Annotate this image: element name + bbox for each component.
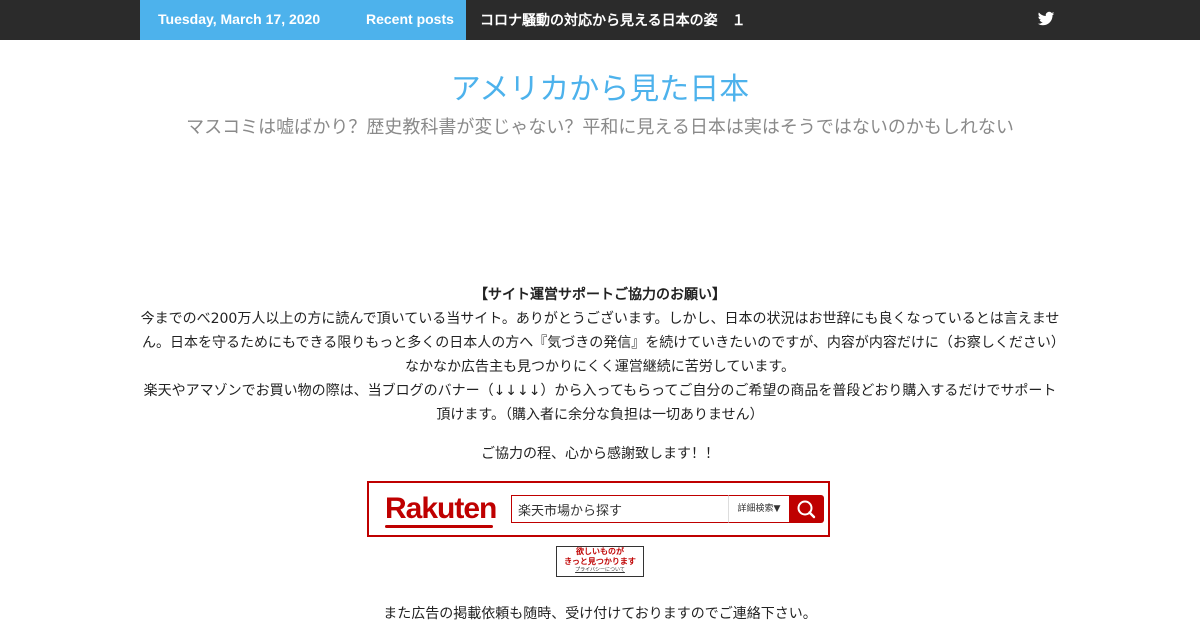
twitter-icon[interactable] <box>1037 10 1055 28</box>
thanks-text: ご協力の程、心から感謝致します！！ <box>481 446 719 462</box>
banner-line-1: 欲しいものが <box>576 547 624 556</box>
ad-request-note: また広告の掲載依頼も随時、受け付けておりますのでご連絡下さい。 <box>383 606 817 622</box>
rakuten-search-input[interactable] <box>511 495 729 523</box>
rakuten-search-widget: Rakuten 詳細検索▼ <box>367 481 830 537</box>
magnifier-icon <box>797 500 816 519</box>
banner-line-2: きっと見つかります <box>564 557 636 566</box>
top-bar: Tuesday, March 17, 2020 Recent posts コロナ… <box>0 0 1200 40</box>
detail-search-button[interactable]: 詳細検索▼ <box>728 495 789 523</box>
rakuten-small-banner[interactable]: 欲しいものが きっと見つかります プライバシーについて <box>556 546 644 577</box>
notice-paragraph-1: 今までのべ200万人以上の方に読んで頂いている当サイト。ありがとうございます。し… <box>140 311 1060 375</box>
rakuten-logo[interactable]: Rakuten <box>385 492 497 528</box>
site-title[interactable]: アメリカから見た日本 <box>0 64 1200 108</box>
rakuten-search-button[interactable] <box>789 495 824 523</box>
support-notice: 【サイト運営サポートご協力のお願い】 今までのべ200万人以上の方に読んで頂いて… <box>140 283 1060 427</box>
rakuten-logo-text: Rakuten <box>385 492 497 525</box>
recent-posts-label: Recent posts <box>366 11 454 27</box>
rakuten-logo-underline <box>385 525 493 528</box>
banner-privacy-link[interactable]: プライバシーについて <box>557 567 643 574</box>
top-bar-inner: Tuesday, March 17, 2020 Recent posts コロナ… <box>140 0 1060 40</box>
recent-post-link[interactable]: コロナ騒動の対応から見える日本の姿 １ <box>480 10 746 30</box>
site-description: マスコミは嘘ばかり？歴史教科書が変じゃない？平和に見える日本は実はそうではないの… <box>186 117 1014 138</box>
current-date: Tuesday, March 17, 2020 <box>158 11 321 27</box>
notice-paragraph-2: 楽天やアマゾンでお買い物の際は、当ブログのバナー（↓↓↓↓）から入ってもらってご… <box>143 383 1057 423</box>
notice-heading: 【サイト運営サポートご協力のお願い】 <box>474 287 726 303</box>
